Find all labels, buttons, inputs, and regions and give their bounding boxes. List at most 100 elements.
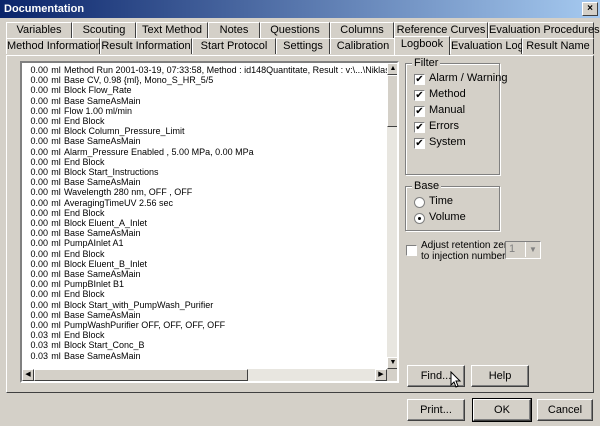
vertical-scroll-thumb[interactable] xyxy=(387,75,397,127)
log-line: 0.00 ml Block Start_Instructions xyxy=(22,167,158,177)
log-time: 0.00 xyxy=(30,156,48,167)
log-line: 0.00 ml End Block xyxy=(22,289,105,300)
log-time: 0.00 xyxy=(30,248,48,259)
close-icon[interactable]: × xyxy=(582,2,598,16)
log-unit: ml xyxy=(51,146,61,157)
tab-questions[interactable]: Questions xyxy=(260,22,330,38)
log-text: Alarm_Pressure Enabled , 5.00 MPa, 0.00 … xyxy=(64,146,254,157)
tab-start-protocol[interactable]: Start Protocol xyxy=(192,38,276,54)
log-time: 0.00 xyxy=(30,187,48,198)
horizontal-scrollbar[interactable]: ◀ ▶ xyxy=(22,369,387,381)
chevron-down-icon[interactable]: ▼ xyxy=(525,242,540,257)
tab-result-name[interactable]: Result Name xyxy=(522,38,594,54)
log-line: 0.03 ml End Block xyxy=(22,330,104,341)
time-label: Time xyxy=(429,195,454,207)
alarm-warning-label: Alarm / Warning xyxy=(429,72,508,84)
log-unit: ml xyxy=(51,320,61,330)
log-text: Wavelength 280 nm, OFF , OFF xyxy=(64,187,193,198)
vertical-scrollbar[interactable]: ▲ ▼ xyxy=(387,63,397,369)
log-unit: ml xyxy=(51,65,61,75)
scroll-down-icon[interactable]: ▼ xyxy=(387,357,397,369)
log-time: 0.00 xyxy=(30,126,48,137)
injection-number-select[interactable]: 1 ▼ xyxy=(505,241,541,259)
system-label: System xyxy=(429,136,466,148)
time-radio[interactable] xyxy=(414,197,425,208)
tab-evaluation-log[interactable]: Evaluation Log xyxy=(450,38,524,54)
log-time: 0.00 xyxy=(30,289,48,300)
log-line: 0.00 ml PumpAInlet A1 xyxy=(22,238,123,248)
tab-method-information[interactable]: Method Information xyxy=(6,38,102,54)
log-unit: ml xyxy=(51,75,61,86)
method-checkbox[interactable]: ✔ xyxy=(414,90,425,101)
scroll-up-icon[interactable]: ▲ xyxy=(387,63,397,75)
errors-checkbox[interactable]: ✔ xyxy=(414,122,425,133)
adjust-retention-label: Adjust retention zero to injection numbe… xyxy=(421,240,513,262)
tab-variables[interactable]: Variables xyxy=(6,22,72,38)
log-text: Block Start_with_PumpWash_Purifier xyxy=(64,299,214,310)
log-line: 0.00 ml Block Column_Pressure_Limit xyxy=(22,126,185,137)
volume-radio[interactable] xyxy=(414,213,425,224)
log-line: 0.00 ml PumpWashPurifier OFF, OFF, OFF, OF… xyxy=(22,320,225,330)
log-line: 0.00 ml Base CV, 0.98 {ml}, Mono_S_HR_5/5 xyxy=(22,75,213,85)
tab-scouting[interactable]: Scouting xyxy=(72,22,136,38)
manual-label: Manual xyxy=(429,104,466,116)
log-time: 0.03 xyxy=(30,350,48,361)
adjust-retention-label-line2: to injection number xyxy=(421,251,506,262)
log-unit: ml xyxy=(51,156,61,167)
scroll-right-icon[interactable]: ▶ xyxy=(375,369,387,381)
log-unit: ml xyxy=(51,330,61,341)
log-line: 0.00 ml End Block xyxy=(22,156,104,167)
log-text: Base SameAsMain xyxy=(64,228,141,239)
log-line: 0.00 ml End Block xyxy=(22,207,104,218)
log-time: 0.00 xyxy=(30,95,48,106)
alarm-warning-checkbox[interactable]: ✔ xyxy=(414,74,425,85)
tab-evaluation-procedures[interactable]: Evaluation Procedures xyxy=(488,22,600,38)
tab-notes[interactable]: Notes xyxy=(208,22,260,38)
log-line: 0.00 ml Base SameAsMain xyxy=(22,95,140,106)
mouse-pointer-icon xyxy=(450,371,462,388)
log-unit: ml xyxy=(51,187,61,198)
tab-text-method[interactable]: Text Method xyxy=(136,22,208,38)
log-line: 0.00 ml Block Start_with_PumpWash_Purifier xyxy=(22,300,213,310)
log-time: 0.00 xyxy=(30,85,48,96)
log-text: Base SameAsMain xyxy=(64,350,141,361)
logbook-list[interactable]: 0.00 ml Method Run 2001-03-19, 07:33:58, M… xyxy=(20,61,399,383)
log-text: End Block xyxy=(64,289,105,300)
log-unit: ml xyxy=(51,85,61,96)
log-line: 0.00 ml Block Eluent_B_Inlet xyxy=(22,259,147,269)
log-time: 0.00 xyxy=(30,136,48,147)
log-unit: ml xyxy=(51,289,61,300)
system-checkbox[interactable]: ✔ xyxy=(414,138,425,149)
horizontal-scroll-thumb[interactable] xyxy=(34,369,248,381)
ok-button[interactable]: OK xyxy=(472,398,532,422)
window-title-bar: Documentation xyxy=(0,0,600,18)
tab-settings[interactable]: Settings xyxy=(276,38,330,54)
tab-result-information[interactable]: Result Information xyxy=(100,38,192,54)
tab-columns[interactable]: Columns xyxy=(330,22,394,38)
log-unit: ml xyxy=(51,105,61,116)
log-unit: ml xyxy=(51,197,61,208)
log-time: 0.00 xyxy=(30,116,48,126)
log-text: PumpBInlet B1 xyxy=(64,279,125,290)
tab-logbook[interactable]: Logbook xyxy=(394,36,450,55)
scroll-left-icon[interactable]: ◀ xyxy=(22,369,34,381)
log-time: 0.00 xyxy=(30,167,48,177)
log-unit: ml xyxy=(51,207,61,218)
log-line: 0.00 ml Base SameAsMain xyxy=(22,269,140,279)
errors-label: Errors xyxy=(429,120,459,132)
manual-checkbox[interactable]: ✔ xyxy=(414,106,425,117)
cancel-button[interactable]: Cancel xyxy=(537,399,593,421)
log-line: 0.03 ml Block Start_Conc_B xyxy=(22,340,144,350)
log-time: 0.00 xyxy=(30,299,48,310)
tab-calibration[interactable]: Calibration xyxy=(330,38,396,54)
log-text: Block Column_Pressure_Limit xyxy=(64,126,185,137)
print-button[interactable]: Print... xyxy=(407,399,465,421)
log-text: Block Eluent_A_Inlet xyxy=(64,218,148,228)
log-line: 0.00 ml Alarm_Pressure Enabled , 5.00 MPa,… xyxy=(22,146,254,157)
log-line: 0.00 ml PumpBInlet B1 xyxy=(22,279,124,289)
adjust-retention-checkbox[interactable] xyxy=(406,245,417,256)
log-unit: ml xyxy=(51,126,61,137)
log-time: 0.00 xyxy=(30,228,48,239)
help-button[interactable]: Help xyxy=(471,365,529,387)
log-time: 0.00 xyxy=(30,207,48,218)
